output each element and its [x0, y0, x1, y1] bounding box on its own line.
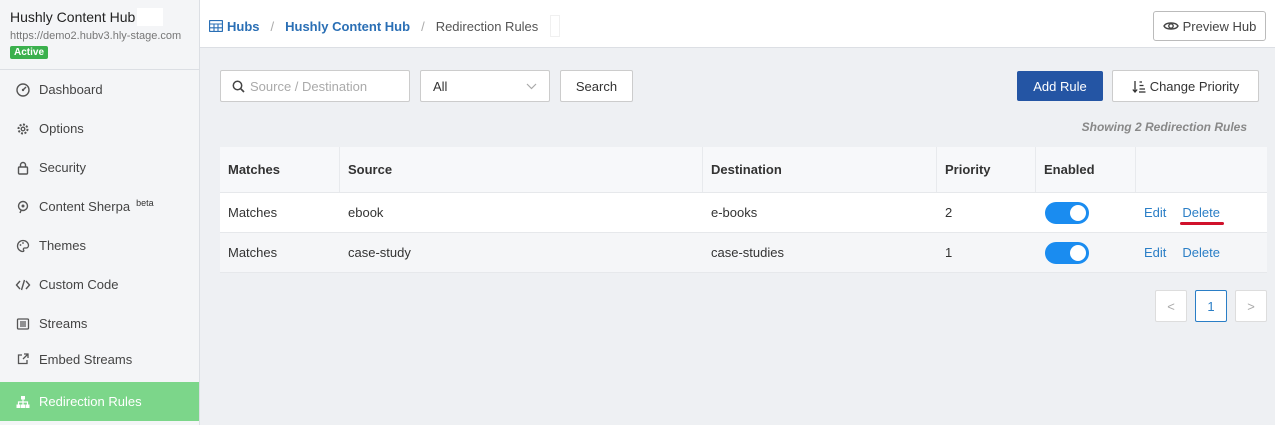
sort-icon — [1131, 80, 1150, 93]
cell-enabled — [1036, 233, 1136, 272]
edit-link[interactable]: Edit — [1144, 205, 1166, 220]
breadcrumb-separator: / — [270, 18, 275, 34]
sidebar-item-label: Security — [39, 160, 86, 175]
cell-matches: Matches — [228, 205, 278, 220]
sidebar-item-redirection-rules[interactable]: Redirection Rules — [0, 382, 199, 421]
sidebar-item-label: Themes — [39, 238, 86, 253]
sidebar-item-label: Options — [39, 121, 84, 136]
sidebar-item-label: Custom Code — [39, 277, 119, 292]
share-icon — [15, 351, 31, 367]
sidebar-item-label: Streams — [39, 316, 88, 331]
enabled-toggle[interactable] — [1045, 241, 1089, 264]
cell-matches: Matches — [228, 245, 278, 260]
cell-actions: Edit Delete — [1136, 193, 1267, 232]
pagination-prev-button[interactable]: < — [1155, 290, 1187, 322]
search-input[interactable] — [250, 78, 400, 94]
sidebar-item-label: Content Sherpa — [39, 199, 131, 214]
search-field[interactable] — [220, 70, 410, 102]
pagination-next-button[interactable]: > — [1235, 290, 1267, 322]
cell-source: ebook — [348, 205, 384, 220]
palette-icon — [15, 238, 31, 254]
breadcrumb-hubs[interactable]: Hubs — [227, 19, 260, 34]
lock-icon — [15, 160, 31, 176]
breadcrumb: Hubs / Hushly Content Hub / Redirection … — [209, 15, 561, 37]
cell-priority: 1 — [945, 245, 953, 260]
sherpa-icon — [15, 199, 31, 215]
rules-table: Matches Source Destination Priority Enab… — [220, 147, 1267, 273]
status-badge: Active — [10, 46, 49, 59]
column-header-enabled: Enabled — [1036, 147, 1136, 192]
change-priority-button[interactable]: Change Priority — [1112, 70, 1259, 102]
column-header-source: Source — [340, 147, 703, 192]
beta-tag: beta — [136, 197, 154, 208]
hub-title-blank — [137, 8, 164, 26]
preview-hub-button[interactable]: Preview Hub — [1153, 11, 1266, 41]
dashboard-icon — [15, 82, 31, 98]
sitemap-icon — [15, 394, 31, 410]
breadcrumb-hub[interactable]: Hushly Content Hub — [285, 19, 410, 34]
eye-icon — [1162, 20, 1183, 32]
search-icon — [232, 80, 245, 93]
table-header: Matches Source Destination Priority Enab… — [220, 147, 1267, 193]
add-rule-button[interactable]: Add Rule — [1017, 71, 1103, 101]
breadcrumb-separator: / — [421, 18, 425, 34]
breadcrumb-blank — [550, 15, 561, 37]
hub-title: Hushly Content Hub — [10, 8, 189, 26]
table-row: Matches case-study case-studies 1 Edit D… — [220, 233, 1267, 273]
topbar: Hubs / Hushly Content Hub / Redirection … — [200, 0, 1275, 48]
hub-url: https://demo2.hubv3.hly-stage.com — [10, 30, 182, 42]
gear-icon — [15, 121, 31, 137]
sidebar-item-content-sherpa[interactable]: Content Sherpa beta — [0, 187, 199, 226]
pagination-page-1[interactable]: 1 — [1195, 290, 1227, 322]
code-icon — [15, 277, 31, 293]
enabled-toggle[interactable] — [1045, 201, 1089, 224]
cell-actions: Edit Delete — [1136, 233, 1267, 272]
filter-select[interactable]: All — [420, 70, 550, 102]
column-header-actions — [1136, 147, 1267, 192]
sidebar-item-streams[interactable]: Streams — [0, 304, 199, 343]
cell-priority: 2 — [945, 205, 953, 220]
filter-value: All — [433, 78, 448, 94]
sidebar-item-themes[interactable]: Themes — [0, 226, 199, 265]
sidebar-item-embed-streams[interactable]: Embed Streams — [0, 343, 199, 375]
sidebar-item-options[interactable]: Options — [0, 109, 199, 148]
table-row: Matches ebook e-books 2 Edit Delete — [220, 193, 1267, 233]
change-priority-label: Change Priority — [1149, 78, 1240, 94]
preview-hub-label: Preview Hub — [1182, 18, 1257, 34]
delete-link[interactable]: Delete — [1180, 205, 1224, 225]
edit-link[interactable]: Edit — [1144, 245, 1166, 260]
hub-name: Hushly Content Hub — [10, 9, 136, 25]
column-header-priority: Priority — [937, 147, 1036, 192]
list-icon — [15, 316, 31, 332]
sidebar-item-dashboard[interactable]: Dashboard — [0, 70, 199, 109]
column-header-destination: Destination — [703, 147, 937, 192]
sidebar-item-label: Redirection Rules — [39, 394, 142, 409]
search-button[interactable]: Search — [560, 70, 633, 102]
column-header-matches: Matches — [220, 147, 340, 192]
table-icon — [209, 20, 223, 32]
cell-destination: case-studies — [711, 245, 784, 260]
sidebar-nav: Dashboard Options Security Content Sherp… — [0, 70, 199, 421]
breadcrumb-current: Redirection Rules — [435, 18, 539, 34]
cell-source: case-study — [348, 245, 411, 260]
sidebar: Hushly Content Hub https://demo2.hubv3.h… — [0, 0, 200, 425]
chevron-down-icon — [526, 83, 537, 90]
sidebar-item-custom-code[interactable]: Custom Code — [0, 265, 199, 304]
cell-destination: e-books — [711, 205, 758, 220]
results-count: Showing 2 Redirection Rules — [1081, 120, 1247, 134]
sidebar-item-label: Embed Streams — [39, 351, 133, 367]
sidebar-item-security[interactable]: Security — [0, 148, 199, 187]
sidebar-item-label: Dashboard — [39, 82, 103, 97]
delete-link[interactable]: Delete — [1182, 245, 1220, 260]
hub-header: Hushly Content Hub https://demo2.hubv3.h… — [0, 0, 199, 70]
cell-enabled — [1036, 193, 1136, 232]
